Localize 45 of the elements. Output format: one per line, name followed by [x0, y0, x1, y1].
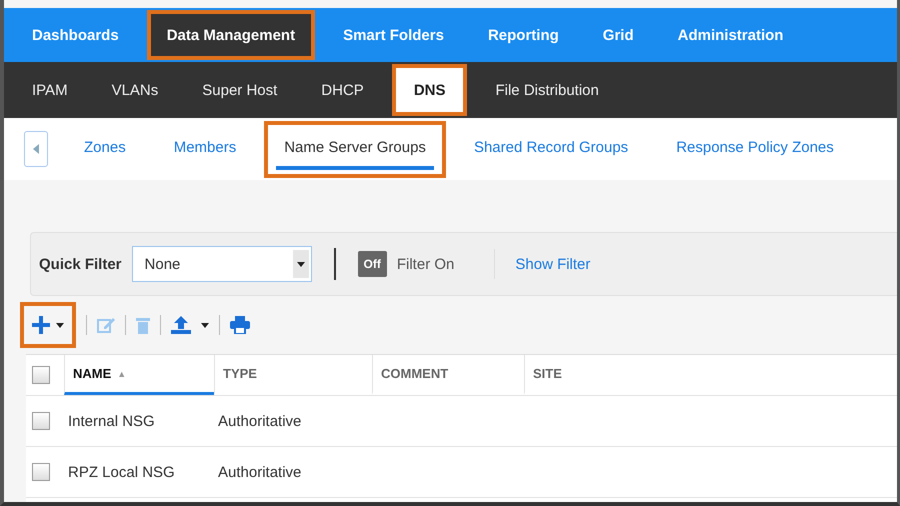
column-header[interactable]: NAME ▲	[64, 355, 214, 395]
sub-nav-item[interactable]: DNS	[392, 64, 468, 116]
row-checkbox[interactable]	[32, 463, 50, 481]
main-nav-item[interactable]: Dashboards	[12, 8, 139, 62]
tab[interactable]: Response Policy Zones	[656, 120, 854, 178]
print-icon[interactable]	[230, 316, 250, 334]
sub-nav-item[interactable]: DHCP	[299, 62, 386, 118]
caret-icon	[56, 322, 64, 328]
table-cell-text: Internal NSG	[67, 412, 156, 430]
quick-filter-label: Quick Filter	[39, 256, 122, 272]
row-checkbox[interactable]	[32, 412, 50, 430]
sort-indicator: ▲	[117, 368, 126, 378]
sub-nav-item[interactable]: File Distribution	[473, 62, 621, 118]
tab[interactable]: Members	[154, 120, 256, 178]
tab[interactable]: Shared Record Groups	[454, 120, 648, 178]
edit-icon[interactable]	[97, 317, 115, 333]
scroll-left-button[interactable]	[24, 131, 48, 167]
sub-nav-item[interactable]: IPAM	[10, 62, 90, 118]
main-nav-item[interactable]: Administration	[658, 8, 804, 62]
caret-icon	[201, 322, 209, 328]
sub-nav-item[interactable]: VLANs	[90, 62, 180, 118]
table-cell-text: Authoritative	[217, 412, 302, 430]
select-all-checkbox[interactable]	[32, 366, 50, 384]
add-button[interactable]	[20, 302, 76, 348]
table-cell-text: Authoritative	[217, 464, 302, 480]
quick-filter-select[interactable]: None	[132, 246, 312, 282]
main-nav-item[interactable]: Grid	[582, 8, 654, 62]
upload-icon[interactable]	[171, 316, 191, 334]
column-header[interactable]: COMMENT	[372, 355, 524, 395]
main-nav-item[interactable]: Smart Folders	[323, 8, 464, 62]
caret-icon	[296, 262, 305, 266]
tab[interactable]: Zones	[64, 120, 146, 178]
filter-on-label: Filter On	[396, 256, 454, 272]
table-cell-text: RPZ Local NSG	[67, 464, 176, 480]
sub-nav-item[interactable]: Super Host	[180, 62, 300, 118]
main-nav-item[interactable]: Reporting	[468, 8, 579, 62]
chevron-left-icon	[33, 144, 39, 154]
trash-icon[interactable]	[136, 316, 150, 334]
main-nav-item[interactable]: Data Management	[146, 10, 316, 60]
column-header[interactable]: SITE	[524, 355, 897, 395]
tab[interactable]: Name Server Groups	[264, 120, 446, 178]
plus-icon	[32, 316, 50, 334]
filter-toggle[interactable]: Off	[358, 251, 387, 277]
column-header[interactable]: TYPE	[214, 355, 372, 395]
show-filter-link[interactable]: Show Filter	[515, 256, 590, 272]
